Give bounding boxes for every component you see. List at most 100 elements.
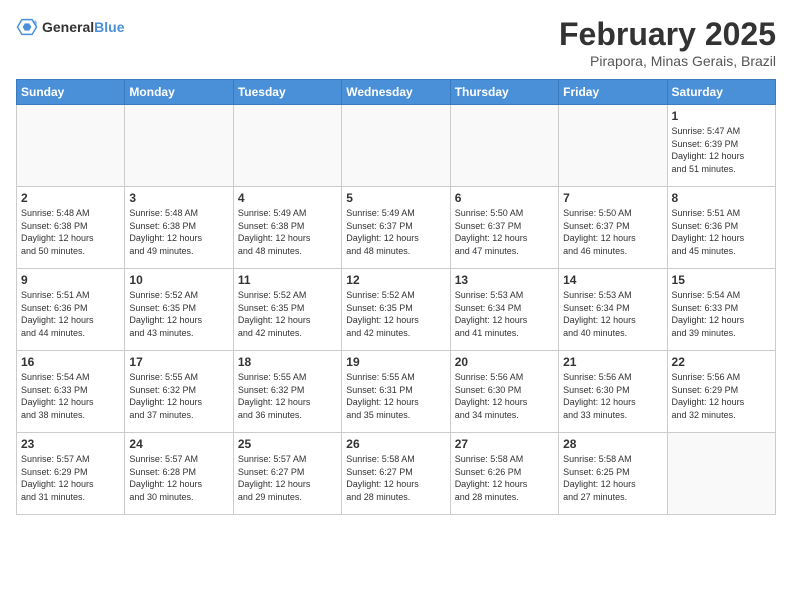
day-info: Sunrise: 5:56 AMSunset: 6:29 PMDaylight:… — [672, 371, 771, 421]
day-info: Sunrise: 5:58 AMSunset: 6:26 PMDaylight:… — [455, 453, 554, 503]
calendar-cell: 3 Sunrise: 5:48 AMSunset: 6:38 PMDaylight… — [125, 187, 233, 269]
main-title: February 2025 — [559, 16, 776, 53]
day-number: 9 — [21, 273, 120, 287]
day-number: 24 — [129, 437, 228, 451]
day-info: Sunrise: 5:52 AMSunset: 6:35 PMDaylight:… — [346, 289, 445, 339]
calendar-cell: 16 Sunrise: 5:54 AMSunset: 6:33 PMDayligh… — [17, 351, 125, 433]
weekday-header: Thursday — [450, 80, 558, 105]
calendar-cell — [342, 105, 450, 187]
day-number: 22 — [672, 355, 771, 369]
day-info: Sunrise: 5:50 AMSunset: 6:37 PMDaylight:… — [563, 207, 662, 257]
day-info: Sunrise: 5:55 AMSunset: 6:32 PMDaylight:… — [129, 371, 228, 421]
day-number: 16 — [21, 355, 120, 369]
calendar-cell: 4 Sunrise: 5:49 AMSunset: 6:38 PMDaylight… — [233, 187, 341, 269]
calendar-week-row: 9 Sunrise: 5:51 AMSunset: 6:36 PMDaylight… — [17, 269, 776, 351]
day-info: Sunrise: 5:49 AMSunset: 6:37 PMDaylight:… — [346, 207, 445, 257]
calendar-cell: 11 Sunrise: 5:52 AMSunset: 6:35 PMDayligh… — [233, 269, 341, 351]
calendar-cell — [559, 105, 667, 187]
day-number: 17 — [129, 355, 228, 369]
day-info: Sunrise: 5:49 AMSunset: 6:38 PMDaylight:… — [238, 207, 337, 257]
calendar-cell: 13 Sunrise: 5:53 AMSunset: 6:34 PMDayligh… — [450, 269, 558, 351]
calendar-cell: 17 Sunrise: 5:55 AMSunset: 6:32 PMDayligh… — [125, 351, 233, 433]
calendar-cell: 6Sunrise: 5:50 AMSunset: 6:37 PMDaylight… — [450, 187, 558, 269]
day-number: 19 — [346, 355, 445, 369]
calendar-cell: 14 Sunrise: 5:53 AMSunset: 6:34 PMDayligh… — [559, 269, 667, 351]
day-number: 23 — [21, 437, 120, 451]
calendar-cell: 24 Sunrise: 5:57 AMSunset: 6:28 PMDayligh… — [125, 433, 233, 515]
calendar-cell: 26 Sunrise: 5:58 AMSunset: 6:27 PMDayligh… — [342, 433, 450, 515]
calendar-cell — [233, 105, 341, 187]
day-info: Sunrise: 5:54 AMSunset: 6:33 PMDaylight:… — [21, 371, 120, 421]
day-info: Sunrise: 5:56 AMSunset: 6:30 PMDaylight:… — [455, 371, 554, 421]
day-number: 25 — [238, 437, 337, 451]
calendar-week-row: 23 Sunrise: 5:57 AMSunset: 6:29 PMDayligh… — [17, 433, 776, 515]
calendar-cell: 20 Sunrise: 5:56 AMSunset: 6:30 PMDayligh… — [450, 351, 558, 433]
day-number: 1 — [672, 109, 771, 123]
day-info: Sunrise: 5:53 AMSunset: 6:34 PMDaylight:… — [563, 289, 662, 339]
calendar-cell — [17, 105, 125, 187]
day-number: 10 — [129, 273, 228, 287]
day-info: Sunrise: 5:55 AMSunset: 6:31 PMDaylight:… — [346, 371, 445, 421]
day-info: Sunrise: 5:51 AMSunset: 6:36 PMDaylight:… — [21, 289, 120, 339]
weekday-header: Monday — [125, 80, 233, 105]
day-number: 8 — [672, 191, 771, 205]
calendar: SundayMondayTuesdayWednesdayThursdayFrid… — [16, 79, 776, 515]
day-info: Sunrise: 5:50 AMSunset: 6:37 PMDaylight:… — [455, 207, 554, 257]
day-number: 15 — [672, 273, 771, 287]
day-info: Sunrise: 5:47 AMSunset: 6:39 PMDaylight:… — [672, 125, 771, 175]
logo-icon — [16, 16, 38, 38]
weekday-header: Saturday — [667, 80, 775, 105]
day-number: 5 — [346, 191, 445, 205]
weekday-header: Tuesday — [233, 80, 341, 105]
day-number: 28 — [563, 437, 662, 451]
title-block: February 2025 Pirapora, Minas Gerais, Br… — [559, 16, 776, 69]
calendar-cell: 1 Sunrise: 5:47 AMSunset: 6:39 PMDaylight… — [667, 105, 775, 187]
calendar-cell: 7 Sunrise: 5:50 AMSunset: 6:37 PMDaylight… — [559, 187, 667, 269]
calendar-cell — [450, 105, 558, 187]
logo-text: GeneralBlue — [42, 19, 124, 36]
weekday-header: Friday — [559, 80, 667, 105]
day-number: 14 — [563, 273, 662, 287]
day-number: 20 — [455, 355, 554, 369]
day-number: 26 — [346, 437, 445, 451]
day-number: 7 — [563, 191, 662, 205]
day-info: Sunrise: 5:53 AMSunset: 6:34 PMDaylight:… — [455, 289, 554, 339]
calendar-cell: 21Sunrise: 5:56 AMSunset: 6:30 PMDayligh… — [559, 351, 667, 433]
calendar-cell: 23 Sunrise: 5:57 AMSunset: 6:29 PMDayligh… — [17, 433, 125, 515]
calendar-cell: 10Sunrise: 5:52 AMSunset: 6:35 PMDayligh… — [125, 269, 233, 351]
day-number: 11 — [238, 273, 337, 287]
weekday-header: Sunday — [17, 80, 125, 105]
calendar-cell: 28Sunrise: 5:58 AMSunset: 6:25 PMDayligh… — [559, 433, 667, 515]
logo: GeneralBlue — [16, 16, 124, 38]
day-info: Sunrise: 5:57 AMSunset: 6:27 PMDaylight:… — [238, 453, 337, 503]
calendar-cell — [125, 105, 233, 187]
day-number: 13 — [455, 273, 554, 287]
day-number: 3 — [129, 191, 228, 205]
day-number: 2 — [21, 191, 120, 205]
calendar-cell: 15 Sunrise: 5:54 AMSunset: 6:33 PMDayligh… — [667, 269, 775, 351]
header: GeneralBlue February 2025 Pirapora, Mina… — [16, 16, 776, 69]
weekday-header-row: SundayMondayTuesdayWednesdayThursdayFrid… — [17, 80, 776, 105]
day-number: 12 — [346, 273, 445, 287]
day-info: Sunrise: 5:54 AMSunset: 6:33 PMDaylight:… — [672, 289, 771, 339]
calendar-cell: 8 Sunrise: 5:51 AMSunset: 6:36 PMDaylight… — [667, 187, 775, 269]
calendar-cell: 5 Sunrise: 5:49 AMSunset: 6:37 PMDaylight… — [342, 187, 450, 269]
day-info: Sunrise: 5:48 AMSunset: 6:38 PMDaylight:… — [21, 207, 120, 257]
day-info: Sunrise: 5:55 AMSunset: 6:32 PMDaylight:… — [238, 371, 337, 421]
day-number: 4 — [238, 191, 337, 205]
day-info: Sunrise: 5:52 AMSunset: 6:35 PMDaylight:… — [238, 289, 337, 339]
day-info: Sunrise: 5:57 AMSunset: 6:29 PMDaylight:… — [21, 453, 120, 503]
day-info: Sunrise: 5:58 AMSunset: 6:27 PMDaylight:… — [346, 453, 445, 503]
day-info: Sunrise: 5:51 AMSunset: 6:36 PMDaylight:… — [672, 207, 771, 257]
day-number: 18 — [238, 355, 337, 369]
page-container: GeneralBlue February 2025 Pirapora, Mina… — [0, 0, 792, 523]
day-info: Sunrise: 5:56 AMSunset: 6:30 PMDaylight:… — [563, 371, 662, 421]
calendar-week-row: 2 Sunrise: 5:48 AMSunset: 6:38 PMDaylight… — [17, 187, 776, 269]
calendar-cell: 9 Sunrise: 5:51 AMSunset: 6:36 PMDaylight… — [17, 269, 125, 351]
day-info: Sunrise: 5:57 AMSunset: 6:28 PMDaylight:… — [129, 453, 228, 503]
calendar-cell: 2 Sunrise: 5:48 AMSunset: 6:38 PMDaylight… — [17, 187, 125, 269]
weekday-header: Wednesday — [342, 80, 450, 105]
calendar-week-row: 16 Sunrise: 5:54 AMSunset: 6:33 PMDayligh… — [17, 351, 776, 433]
calendar-cell: 25 Sunrise: 5:57 AMSunset: 6:27 PMDayligh… — [233, 433, 341, 515]
day-info: Sunrise: 5:48 AMSunset: 6:38 PMDaylight:… — [129, 207, 228, 257]
